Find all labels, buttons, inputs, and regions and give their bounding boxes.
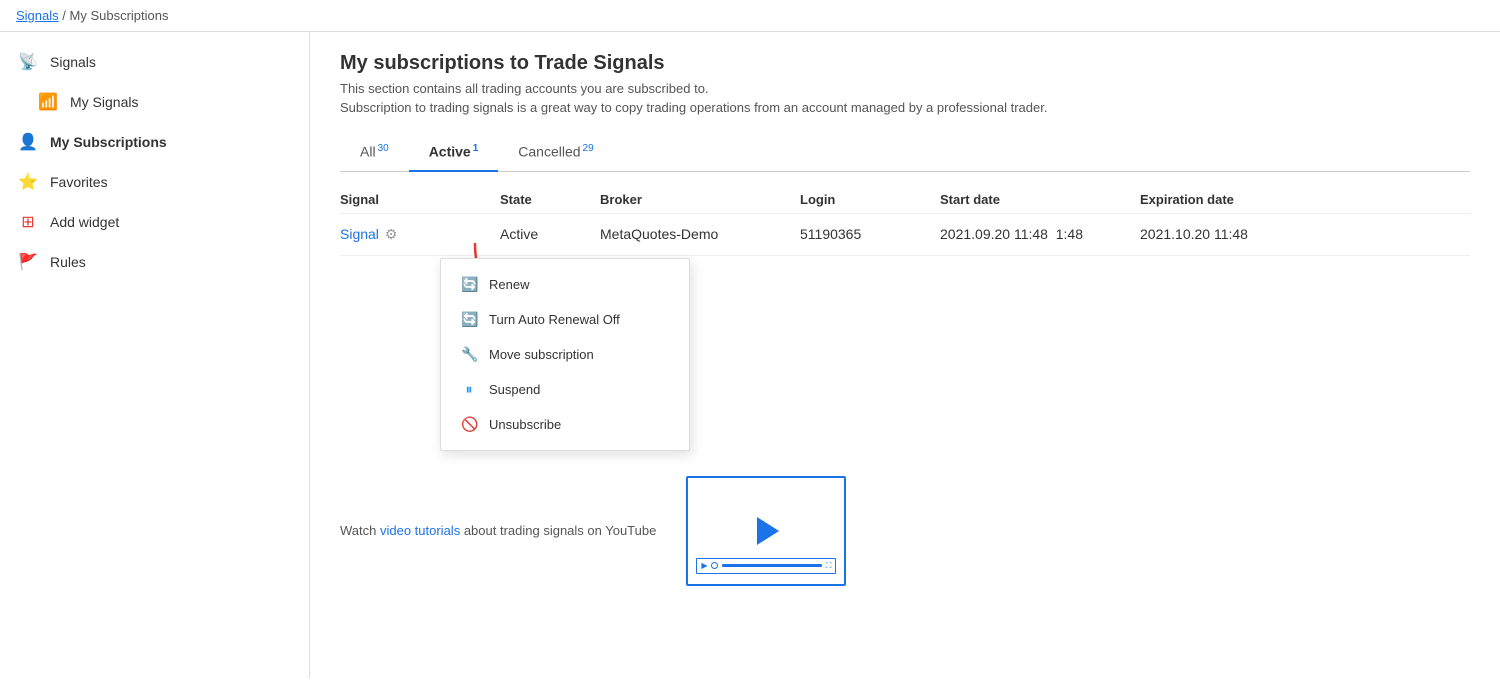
tabs: All30 Active1 Cancelled29 <box>340 135 1470 172</box>
breadcrumb: Signals / My Subscriptions <box>0 0 1500 32</box>
col-header-startdate: Start date <box>940 192 1140 207</box>
tab-all-label: All <box>360 144 376 160</box>
suspend-icon: ⏸ <box>461 381 477 398</box>
sidebar-label-signals: Signals <box>50 54 96 70</box>
sidebar-label-my-signals: My Signals <box>70 94 138 110</box>
col-state: Active <box>500 226 600 242</box>
sidebar-item-add-widget[interactable]: ⊞ Add widget <box>0 202 309 242</box>
table-header: Signal State Broker Login Start date Exp… <box>340 182 1470 214</box>
menu-label-renew: Renew <box>489 277 529 292</box>
bottom-text-post: about trading signals on YouTube <box>460 523 656 538</box>
video-progress-bar: ▶ ⛶ <box>696 558 836 574</box>
breadcrumb-separator: / <box>62 8 66 23</box>
sidebar-item-my-signals[interactable]: 📶 My Signals <box>0 82 309 122</box>
col-header-expdate: Expiration date <box>1140 192 1340 207</box>
tab-active-label: Active <box>429 144 471 160</box>
gear-icon[interactable]: ⚙ <box>385 226 398 243</box>
video-tutorials-link[interactable]: video tutorials <box>380 523 460 538</box>
menu-label-suspend: Suspend <box>489 382 540 397</box>
sidebar-item-my-subscriptions[interactable]: 👤 My Subscriptions <box>0 122 309 162</box>
add-widget-icon: ⊞ <box>16 210 40 234</box>
tab-cancelled-label: Cancelled <box>518 144 580 160</box>
menu-label-move-subscription: Move subscription <box>489 347 594 362</box>
dropdown-menu: 🔄 Renew 🔄 Turn Auto Renewal Off 🔧 Move s… <box>440 258 690 451</box>
vbar-scrubber <box>711 562 718 569</box>
col-expdate: 2021.10.20 11:48 <box>1140 226 1340 242</box>
bottom-section: Watch video tutorials about trading sign… <box>340 476 1470 586</box>
my-signals-icon: 📶 <box>36 90 60 114</box>
bottom-text-pre: Watch <box>340 523 380 538</box>
col-startdate: 2021.09.20 11:48 1:48 <box>940 226 1140 242</box>
renew-icon: 🔄 <box>461 276 477 293</box>
sidebar-item-rules[interactable]: 🚩 Rules <box>0 242 309 282</box>
sidebar-label-favorites: Favorites <box>50 174 108 190</box>
play-triangle-icon <box>757 517 779 545</box>
rules-icon: 🚩 <box>16 250 40 274</box>
favorites-icon: ⭐ <box>16 170 40 194</box>
auto-renewal-icon: 🔄 <box>461 311 477 328</box>
menu-item-unsubscribe[interactable]: 🚫 Unsubscribe <box>441 407 689 442</box>
col-signal: Signal ⚙ <box>340 226 500 243</box>
col-header-signal: Signal <box>340 192 500 207</box>
breadcrumb-current: My Subscriptions <box>70 8 169 23</box>
menu-item-turn-auto-renewal[interactable]: 🔄 Turn Auto Renewal Off <box>441 302 689 337</box>
vbar-progress <box>722 564 821 567</box>
menu-item-suspend[interactable]: ⏸ Suspend <box>441 372 689 407</box>
table-row: Signal ⚙ Active MetaQuotes-Demo 51190365… <box>340 214 1470 256</box>
tab-active-badge: 1 <box>473 143 479 154</box>
page-desc1: This section contains all trading accoun… <box>340 81 1470 96</box>
col-header-broker: Broker <box>600 192 800 207</box>
my-subscriptions-icon: 👤 <box>16 130 40 154</box>
signals-icon: 📡 <box>16 50 40 74</box>
signal-link[interactable]: Signal <box>340 226 379 242</box>
video-play-button[interactable] <box>746 511 786 551</box>
menu-label-turn-auto-renewal: Turn Auto Renewal Off <box>489 312 620 327</box>
menu-item-move-subscription[interactable]: 🔧 Move subscription <box>441 337 689 372</box>
layout: 📡 Signals 📶 My Signals 👤 My Subscription… <box>0 32 1500 678</box>
sidebar-label-add-widget: Add widget <box>50 214 119 230</box>
tab-all-badge: 30 <box>378 143 389 154</box>
breadcrumb-link[interactable]: Signals <box>16 8 59 23</box>
unsubscribe-icon: 🚫 <box>461 416 477 433</box>
tab-cancelled[interactable]: Cancelled29 <box>498 135 613 172</box>
menu-item-renew[interactable]: 🔄 Renew <box>441 267 689 302</box>
col-broker: MetaQuotes-Demo <box>600 226 800 242</box>
sidebar-item-favorites[interactable]: ⭐ Favorites <box>0 162 309 202</box>
menu-label-unsubscribe: Unsubscribe <box>489 417 561 432</box>
col-header-login: Login <box>800 192 940 207</box>
tab-active[interactable]: Active1 <box>409 135 499 172</box>
move-icon: 🔧 <box>461 346 477 363</box>
col-login: 51190365 <box>800 226 940 242</box>
main-content: My subscriptions to Trade Signals This s… <box>310 32 1500 678</box>
tab-all[interactable]: All30 <box>340 135 409 172</box>
sidebar-label-my-subscriptions: My Subscriptions <box>50 134 167 150</box>
bottom-text: Watch video tutorials about trading sign… <box>340 523 656 538</box>
sidebar-label-rules: Rules <box>50 254 86 270</box>
page-desc2: Subscription to trading signals is a gre… <box>340 100 1470 115</box>
tab-cancelled-badge: 29 <box>583 143 594 154</box>
video-thumbnail[interactable]: ▶ ⛶ <box>686 476 846 586</box>
page-title: My subscriptions to Trade Signals <box>340 52 1470 75</box>
vbar-play-icon: ▶ <box>701 561 707 570</box>
col-header-state: State <box>500 192 600 207</box>
sidebar-item-signals[interactable]: 📡 Signals <box>0 42 309 82</box>
sidebar: 📡 Signals 📶 My Signals 👤 My Subscription… <box>0 32 310 678</box>
vbar-expand-icon: ⛶ <box>826 561 832 571</box>
